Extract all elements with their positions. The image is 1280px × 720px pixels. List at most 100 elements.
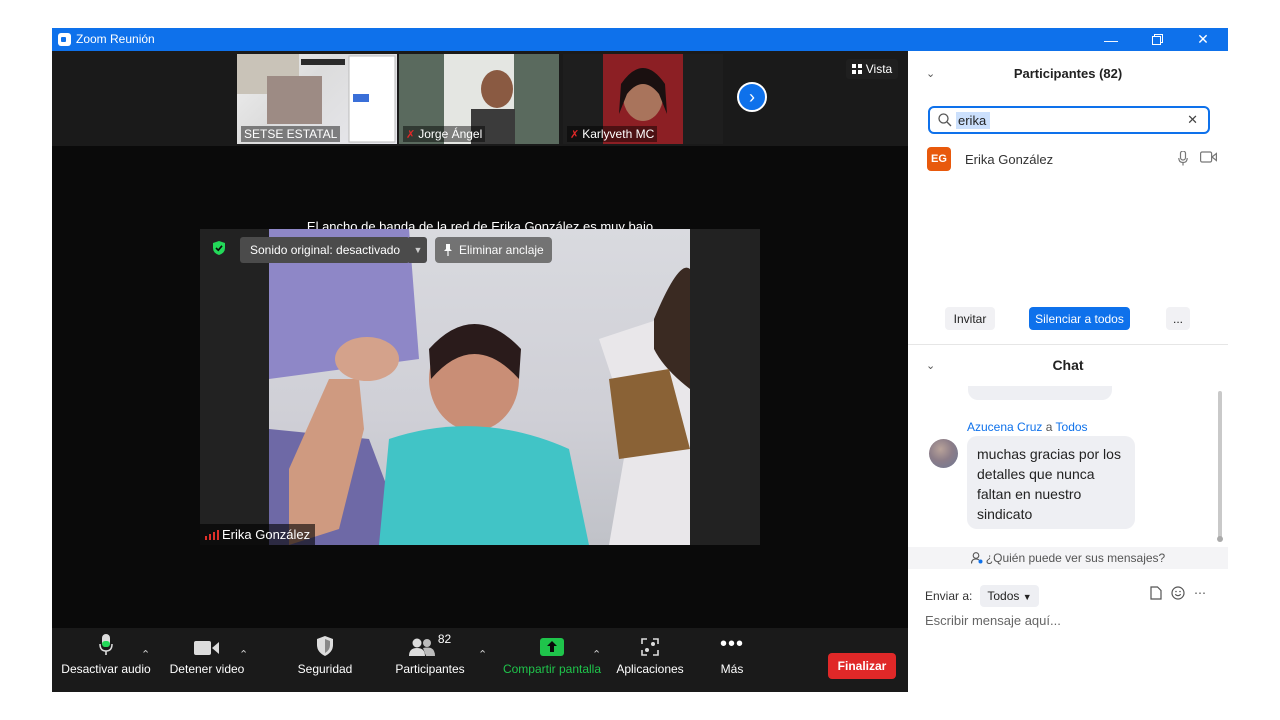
thumbnail-jorge-angel[interactable]: ✗ Jorge Ángel — [399, 54, 559, 144]
restore-icon — [1151, 34, 1163, 45]
who-can-see-label: ¿Quién puede ver sus mensajes? — [985, 551, 1166, 565]
original-sound-dropdown[interactable]: ▼ — [409, 237, 427, 263]
active-speaker-video[interactable]: Sonido original: desactivado ▼ Eliminar … — [200, 229, 760, 545]
avatar — [929, 439, 958, 468]
participants-options-caret[interactable]: ⌃ — [478, 648, 487, 661]
zoom-app-icon — [58, 33, 71, 46]
original-sound-toggle[interactable]: Sonido original: desactivado — [240, 237, 411, 263]
thumbnail-name: ✗ Jorge Ángel — [403, 126, 486, 142]
chat-title: Chat — [1052, 357, 1084, 373]
view-label: Vista — [865, 62, 893, 76]
participant-search-input[interactable] — [956, 111, 990, 129]
next-page-button[interactable]: › — [737, 82, 767, 112]
apps-button[interactable]: Aplicaciones — [612, 628, 688, 692]
security-label: Seguridad — [297, 662, 353, 676]
participants-panel-title: Participantes (82) — [1013, 65, 1123, 81]
previous-message-bubble — [968, 386, 1112, 400]
share-options-caret[interactable]: ⌃ — [592, 648, 601, 661]
encryption-shield-icon — [212, 241, 226, 255]
who-can-see-link[interactable]: ¿Quién puede ver sus mensajes? — [908, 547, 1228, 569]
chevron-right-icon: › — [749, 86, 755, 107]
security-shield-icon — [317, 636, 333, 656]
pin-icon — [444, 244, 452, 256]
title-bar: Zoom Reunión — ✕ — [52, 28, 1228, 51]
person-icon — [970, 552, 983, 564]
send-to-label: Enviar a: — [925, 589, 973, 603]
meeting-toolbar: Desactivar audio ⌃ Detener video ⌃ Segur… — [52, 628, 908, 692]
microphone-icon — [99, 634, 113, 655]
chat-scrollbar[interactable] — [1218, 391, 1222, 541]
minimize-button[interactable]: — — [1088, 28, 1134, 51]
video-options-caret[interactable]: ⌃ — [239, 648, 248, 661]
thumbnail-name: SETSE ESTATAL — [241, 126, 341, 142]
mute-audio-button[interactable]: Desactivar audio — [60, 628, 152, 692]
thumbnail-name: ✗ Karlyveth MC — [567, 126, 658, 142]
speaker-name-tag: Erika González — [200, 524, 316, 545]
unpin-label: Eliminar anclaje — [459, 243, 544, 257]
unpin-button[interactable]: Eliminar anclaje — [435, 237, 552, 263]
video-camera-icon — [194, 641, 219, 655]
file-icon[interactable] — [1150, 586, 1162, 600]
chat-more-icon[interactable]: ⋯ — [1194, 586, 1206, 600]
chat-message-bubble: muchas gracias por los detalles que nunc… — [967, 436, 1135, 529]
participants-panel-header: ⌄ Participantes (82) — [908, 51, 1228, 95]
mute-all-button[interactable]: Silenciar a todos — [1029, 307, 1130, 330]
grid-view-icon — [851, 64, 862, 74]
thumbnail-karlyveth-mc[interactable]: ✗ Karlyveth MC — [563, 54, 723, 144]
audio-options-caret[interactable]: ⌃ — [141, 648, 150, 661]
participants-more-button[interactable]: ... — [1166, 307, 1190, 330]
caret-down-icon: ▼ — [413, 245, 423, 255]
search-icon — [938, 113, 952, 127]
share-screen-icon — [540, 638, 564, 656]
collapse-chevron-icon[interactable]: ⌄ — [926, 359, 935, 372]
send-to-row: Enviar a: Todos ▼ — [925, 585, 1039, 607]
participants-icon — [408, 638, 435, 656]
participants-button[interactable]: 82 Participantes — [388, 628, 472, 692]
share-screen-button[interactable]: Compartir pantalla — [498, 628, 606, 692]
participant-status-icons — [1178, 151, 1217, 166]
chevron-down-icon: ▼ — [1022, 592, 1032, 602]
participant-avatar: EG — [927, 147, 951, 171]
participant-row[interactable]: EG Erika González — [927, 147, 1217, 171]
emoji-icon[interactable] — [1171, 586, 1185, 600]
chat-tools: ⋯ — [1150, 586, 1206, 600]
speaker-video-image — [269, 229, 690, 545]
chat-message-input[interactable] — [925, 613, 1215, 628]
signal-weak-icon — [205, 530, 219, 540]
close-window-button[interactable]: ✕ — [1180, 28, 1226, 51]
participant-name: Erika González — [965, 151, 1054, 167]
apps-icon — [641, 638, 659, 656]
zoom-window: Zoom Reunión — ✕ SETSE ESTATAL ✗ Jorge Á… — [52, 28, 1228, 692]
video-camera-icon — [1200, 151, 1217, 163]
scroll-indicator — [1217, 536, 1223, 542]
collapse-chevron-icon[interactable]: ⌄ — [926, 67, 935, 80]
more-button[interactable]: ••• Más — [708, 628, 756, 692]
end-meeting-button[interactable]: Finalizar — [828, 653, 896, 679]
restore-button[interactable] — [1134, 28, 1180, 51]
clear-search-icon[interactable]: ✕ — [1187, 112, 1198, 128]
side-panel: ⌄ Participantes (82) ✕ EG Erika González… — [908, 51, 1228, 692]
mute-audio-label: Desactivar audio — [61, 662, 151, 676]
meeting-stage: SETSE ESTATAL ✗ Jorge Ángel ✗ Karlyveth MC — [52, 51, 908, 692]
invite-button[interactable]: Invitar — [945, 307, 995, 330]
apps-label: Aplicaciones — [616, 662, 684, 676]
microphone-icon — [1178, 151, 1188, 166]
more-label: Más — [720, 662, 744, 676]
view-button[interactable]: Vista — [846, 59, 898, 79]
participants-count: 82 — [437, 632, 452, 646]
participant-search-box[interactable]: ✕ — [928, 106, 1210, 134]
chat-header: ⌄ Chat — [908, 345, 1228, 385]
share-screen-label: Compartir pantalla — [502, 662, 602, 676]
mic-muted-icon: ✗ — [406, 129, 416, 141]
thumbnail-strip: SETSE ESTATAL ✗ Jorge Ángel ✗ Karlyveth MC — [52, 51, 908, 146]
participants-label: Participantes — [395, 662, 465, 676]
mic-muted-icon: ✗ — [570, 129, 580, 141]
send-to-select[interactable]: Todos ▼ — [980, 585, 1039, 607]
thumbnail-setse-estatal[interactable]: SETSE ESTATAL — [237, 54, 397, 144]
window-title: Zoom Reunión — [76, 32, 155, 46]
stop-video-label: Detener video — [169, 662, 245, 676]
speaker-video-frame — [269, 229, 690, 545]
original-sound-label: Sonido original: desactivado — [250, 243, 401, 257]
security-button[interactable]: Seguridad — [282, 628, 368, 692]
more-dots-icon: ••• — [719, 633, 744, 655]
